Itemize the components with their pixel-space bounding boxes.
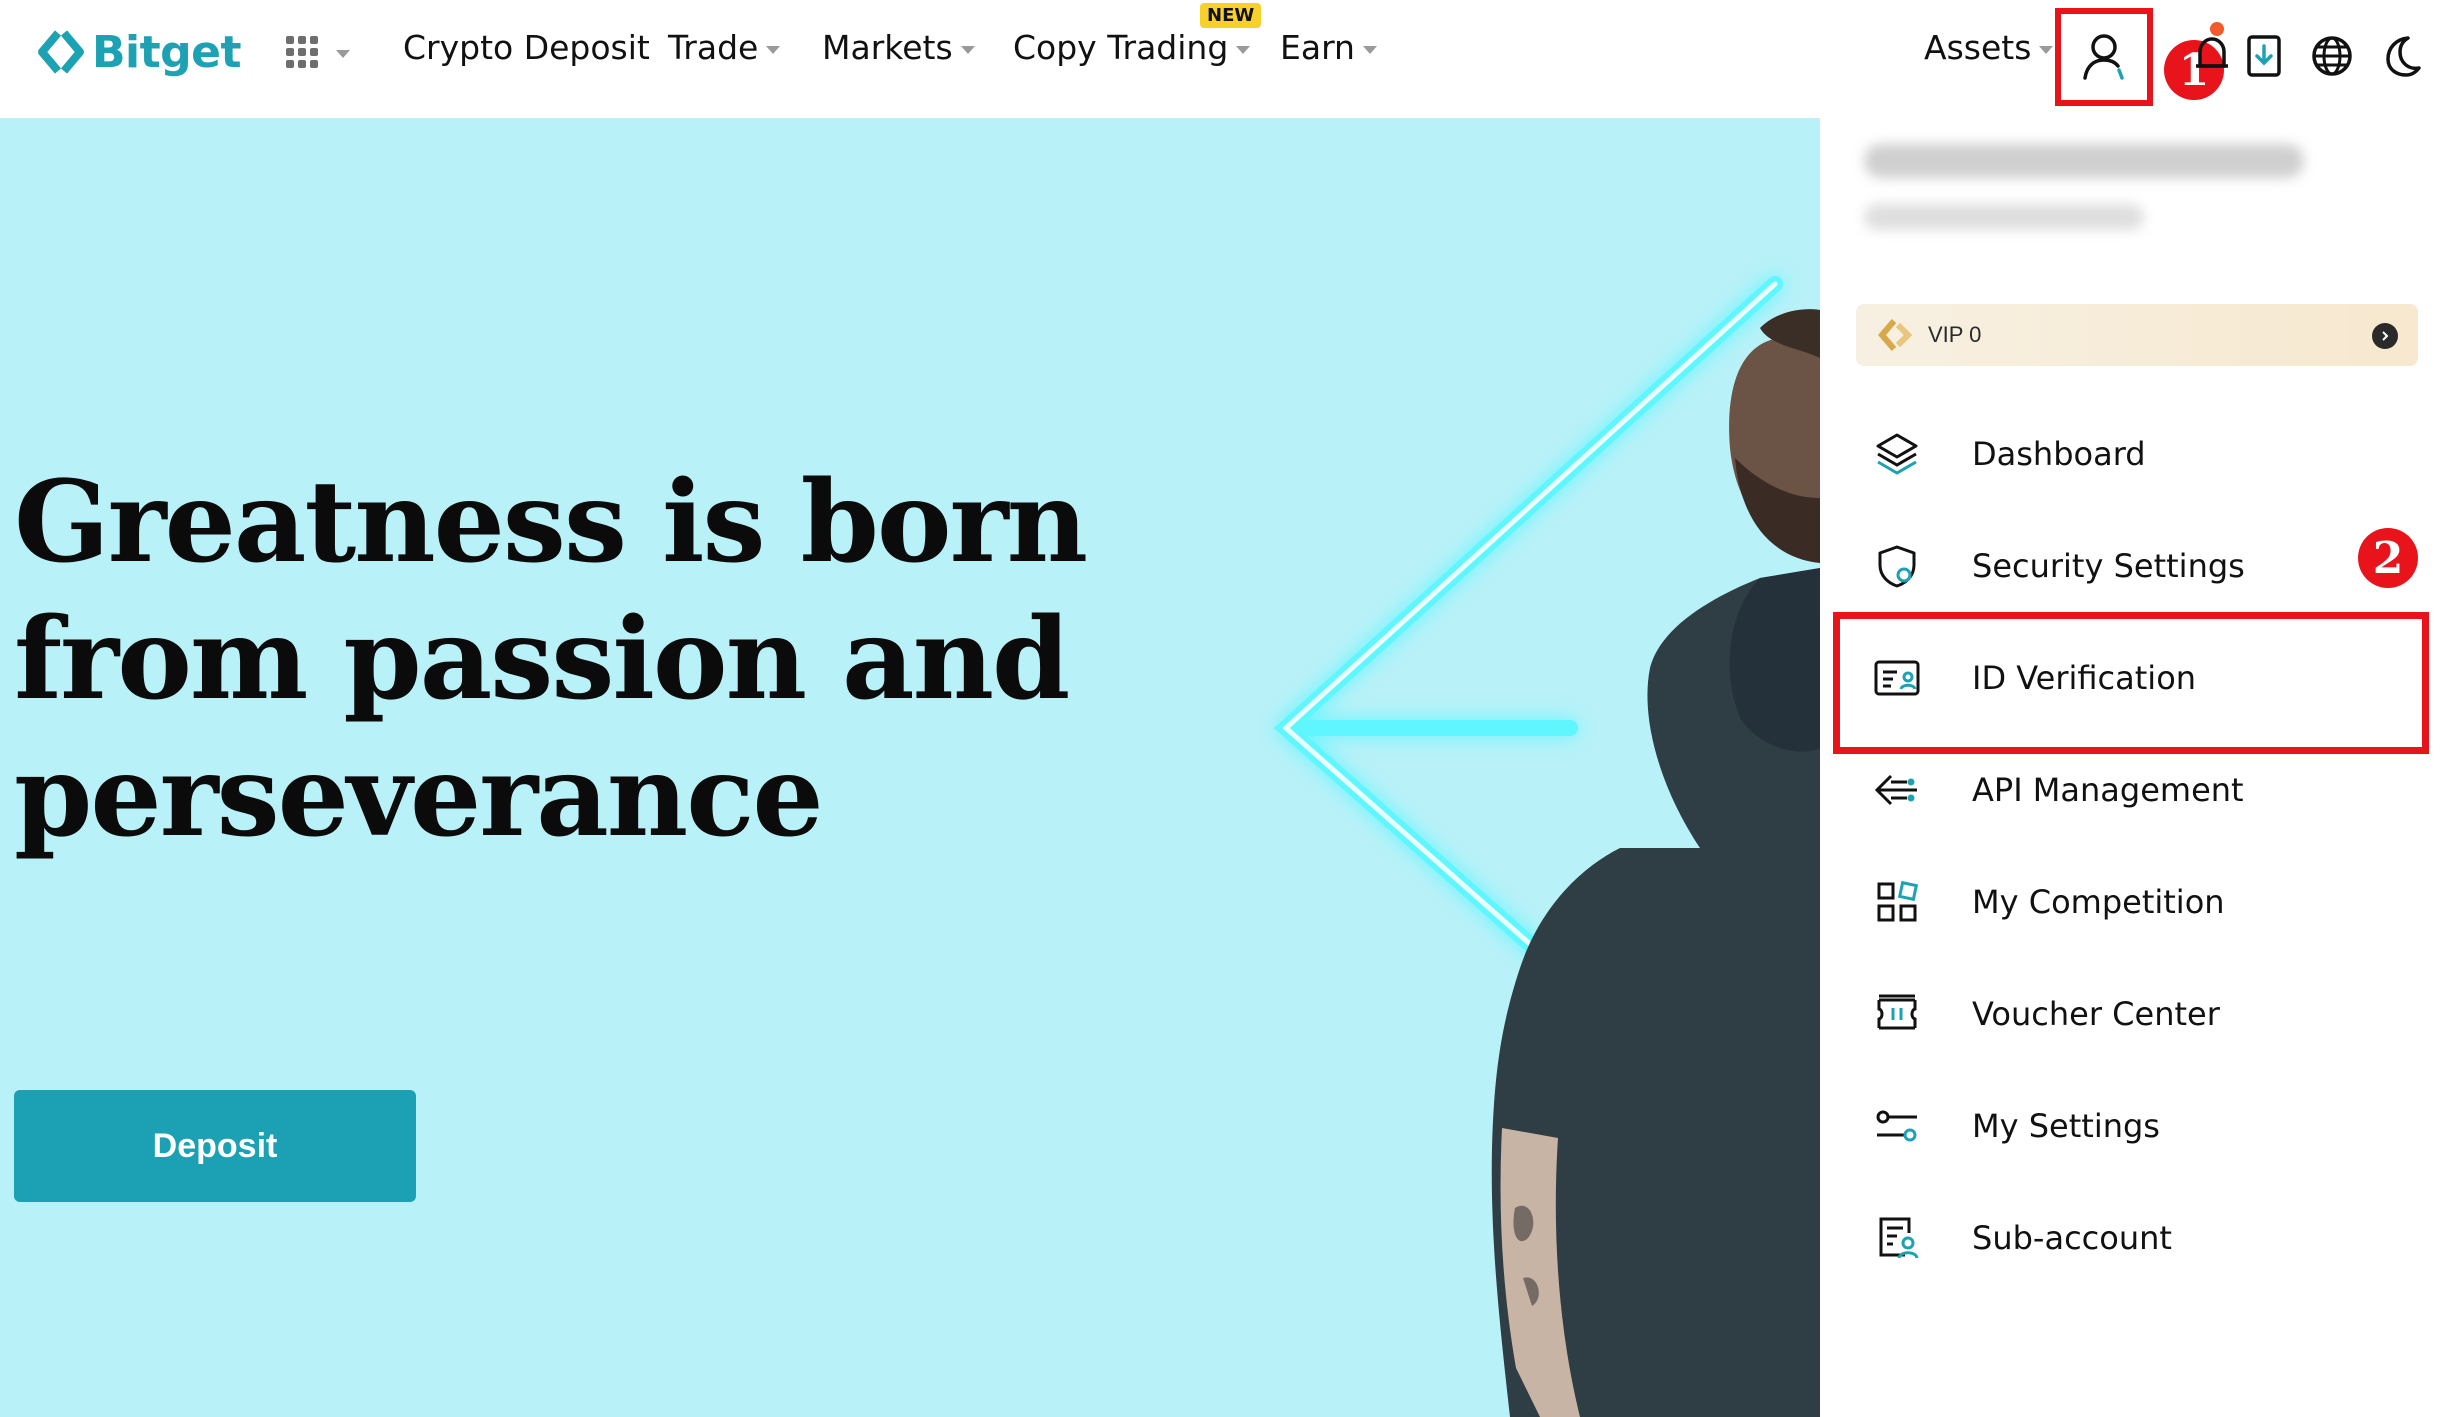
voucher-icon	[1872, 989, 1922, 1039]
chevron-down-icon	[336, 50, 350, 58]
api-icon	[1872, 765, 1922, 815]
chevron-right-icon	[2372, 323, 2398, 349]
vip-level-label: VIP 0	[1928, 322, 1982, 347]
theme-toggle-button[interactable]	[2368, 24, 2432, 88]
chevron-down-icon	[1236, 45, 1251, 54]
bitget-logo-icon	[38, 30, 84, 74]
download-icon	[2247, 35, 2281, 77]
sub-account-icon	[1872, 1213, 1922, 1263]
vip-level-banner[interactable]: VIP 0	[1856, 304, 2418, 366]
globe-icon	[2312, 36, 2352, 76]
menu-item-my-settings[interactable]: My Settings	[1820, 1076, 2440, 1176]
menu-item-label: Security Settings	[1972, 547, 2245, 585]
hero-headline-line: perseverance	[14, 731, 824, 862]
menu-item-api-management[interactable]: API Management	[1820, 740, 2440, 840]
nav-assets-label: Assets	[1924, 28, 2032, 67]
hero-headline: Greatness is born from passion and perse…	[14, 454, 1114, 865]
nav-trade-label: Trade	[668, 28, 759, 67]
brand-name: Bitget	[92, 26, 242, 78]
hero-athlete-image	[1274, 276, 1820, 1417]
bell-icon	[2196, 37, 2228, 68]
layers-icon	[1872, 429, 1922, 479]
menu-item-label: My Settings	[1972, 1107, 2160, 1145]
chevron-down-icon	[1362, 45, 1377, 54]
menu-item-label: Sub-account	[1972, 1219, 2172, 1257]
grid-icon	[1872, 877, 1922, 927]
menu-item-label: Dashboard	[1972, 435, 2146, 473]
moon-icon	[2386, 36, 2421, 77]
top-navigation: Bitget Crypto Deposit Trade Markets Copy…	[0, 0, 2440, 118]
nav-earn[interactable]: Earn	[1280, 28, 1377, 67]
hero-headline-line: from passion and	[14, 594, 1070, 725]
menu-item-security-settings[interactable]: Security Settings	[1820, 516, 2440, 616]
bitget-logo[interactable]: Bitget	[36, 22, 242, 82]
apps-grid-icon	[286, 36, 318, 68]
nav-earn-label: Earn	[1280, 28, 1355, 67]
nav-crypto-deposit[interactable]: Crypto Deposit	[403, 28, 650, 67]
nav-copy-trading-label: Copy Trading	[1013, 28, 1229, 67]
new-badge: NEW	[1200, 3, 1262, 28]
shield-icon	[1872, 541, 1922, 591]
menu-item-dashboard[interactable]: Dashboard	[1820, 404, 2440, 504]
hero-headline-line: Greatness is born	[14, 457, 1088, 588]
chevron-down-icon	[2039, 45, 2054, 54]
menu-item-my-competition[interactable]: My Competition	[1820, 852, 2440, 952]
nav-crypto-deposit-label: Crypto Deposit	[403, 28, 650, 67]
menu-item-voucher-center[interactable]: Voucher Center	[1820, 964, 2440, 1064]
chevron-down-icon	[766, 45, 781, 54]
menu-item-sub-account[interactable]: Sub-account	[1820, 1188, 2440, 1288]
language-button[interactable]	[2300, 24, 2364, 88]
vip-icon	[1878, 319, 1912, 351]
deposit-button[interactable]: Deposit	[14, 1090, 416, 1202]
menu-item-label: My Competition	[1972, 883, 2225, 921]
profile-dropdown: VIP 0 Dashboard Security Settings ID Ver…	[1820, 118, 2440, 1417]
download-app-button[interactable]	[2232, 24, 2296, 88]
menu-item-label: API Management	[1972, 771, 2244, 809]
nav-markets[interactable]: Markets	[822, 28, 975, 67]
nav-copy-trading[interactable]: Copy Trading	[1013, 28, 1251, 67]
annotation-highlight-id-verification	[1833, 612, 2429, 754]
notification-dot	[2210, 22, 2224, 36]
annotation-step-2: 2	[2358, 528, 2418, 588]
nav-assets[interactable]: Assets	[1924, 28, 2054, 67]
hero-banner: Greatness is born from passion and perse…	[0, 118, 1820, 1417]
account-uid-redacted	[1864, 204, 2144, 230]
annotation-highlight-profile	[2055, 8, 2153, 106]
chevron-down-icon	[960, 45, 975, 54]
nav-markets-label: Markets	[822, 28, 953, 67]
account-email-redacted	[1864, 144, 2304, 178]
menu-item-label: Voucher Center	[1972, 995, 2220, 1033]
sliders-icon	[1872, 1101, 1922, 1151]
nav-trade[interactable]: Trade	[668, 28, 781, 67]
apps-menu-button[interactable]	[284, 34, 350, 70]
